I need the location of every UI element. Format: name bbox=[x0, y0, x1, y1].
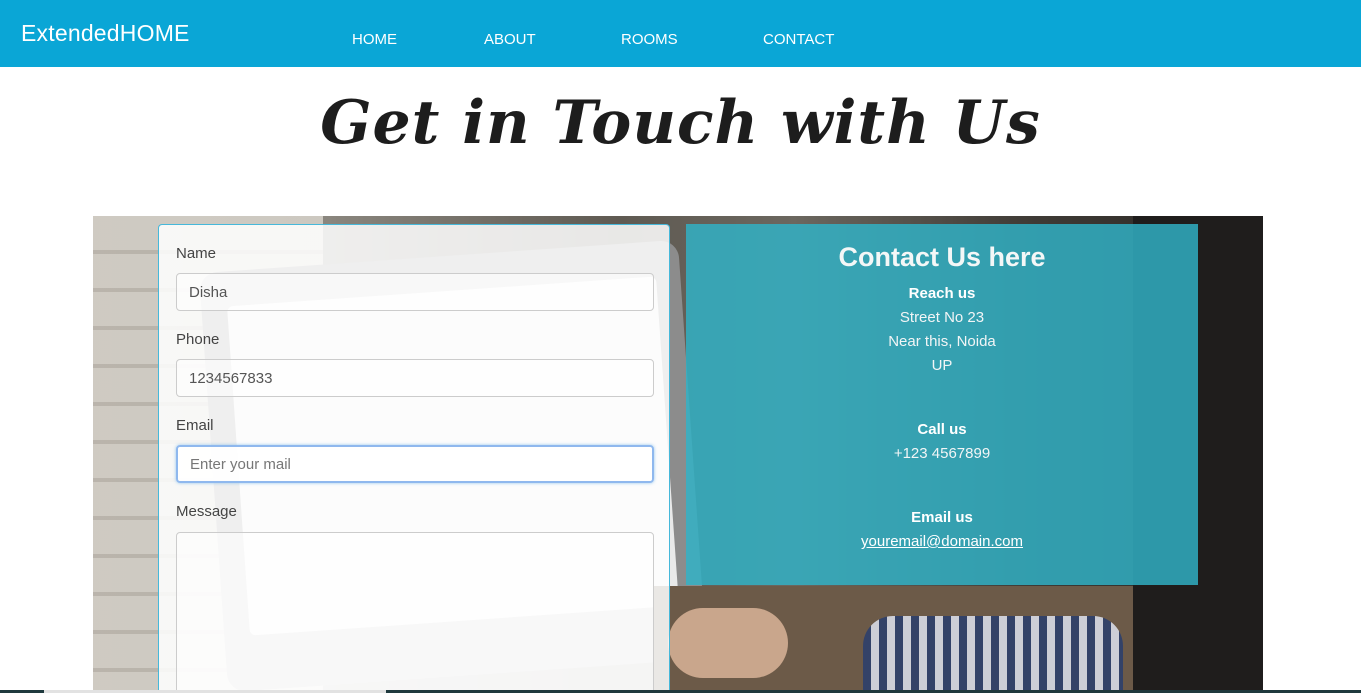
call-us-heading: Call us bbox=[917, 421, 967, 438]
email-label: Email bbox=[176, 417, 214, 434]
nav-link-home[interactable]: HOME bbox=[352, 31, 397, 48]
message-label: Message bbox=[176, 503, 237, 520]
name-label: Name bbox=[176, 245, 217, 262]
email-us-heading: Email us bbox=[911, 509, 973, 526]
email-link[interactable]: youremail@domain.com bbox=[861, 533, 1023, 550]
contact-title: Contact Us here bbox=[838, 242, 1046, 272]
phone-label: Phone bbox=[176, 331, 220, 348]
hand-image bbox=[668, 608, 788, 678]
nav-link-about[interactable]: ABOUT bbox=[484, 31, 536, 48]
reach-us-heading: Reach us bbox=[908, 285, 976, 302]
phone-input[interactable] bbox=[176, 359, 654, 397]
email-input[interactable] bbox=[176, 445, 654, 483]
checked-sleeve-image bbox=[863, 616, 1123, 693]
address-line-3: UP bbox=[931, 357, 953, 374]
nav-link-contact[interactable]: CONTACT bbox=[763, 31, 834, 48]
phone-number: +123 4567899 bbox=[893, 445, 991, 462]
page-title: Get in Touch with Us bbox=[320, 88, 1041, 158]
nav-link-rooms[interactable]: ROOMS bbox=[621, 31, 678, 48]
contact-info-panel: Contact Us here Reach us Street No 23 Ne… bbox=[686, 224, 1198, 585]
address-line-2: Near this, Noida bbox=[888, 333, 996, 350]
message-textarea[interactable] bbox=[176, 532, 654, 693]
contact-form: Name Phone Email Message bbox=[158, 224, 670, 693]
navbar: ExtendedHOME HOME ABOUT ROOMS CONTACT bbox=[0, 0, 1361, 67]
brand-logo[interactable]: ExtendedHOME bbox=[21, 20, 190, 47]
address-line-1: Street No 23 bbox=[899, 309, 985, 326]
name-input[interactable] bbox=[176, 273, 654, 311]
